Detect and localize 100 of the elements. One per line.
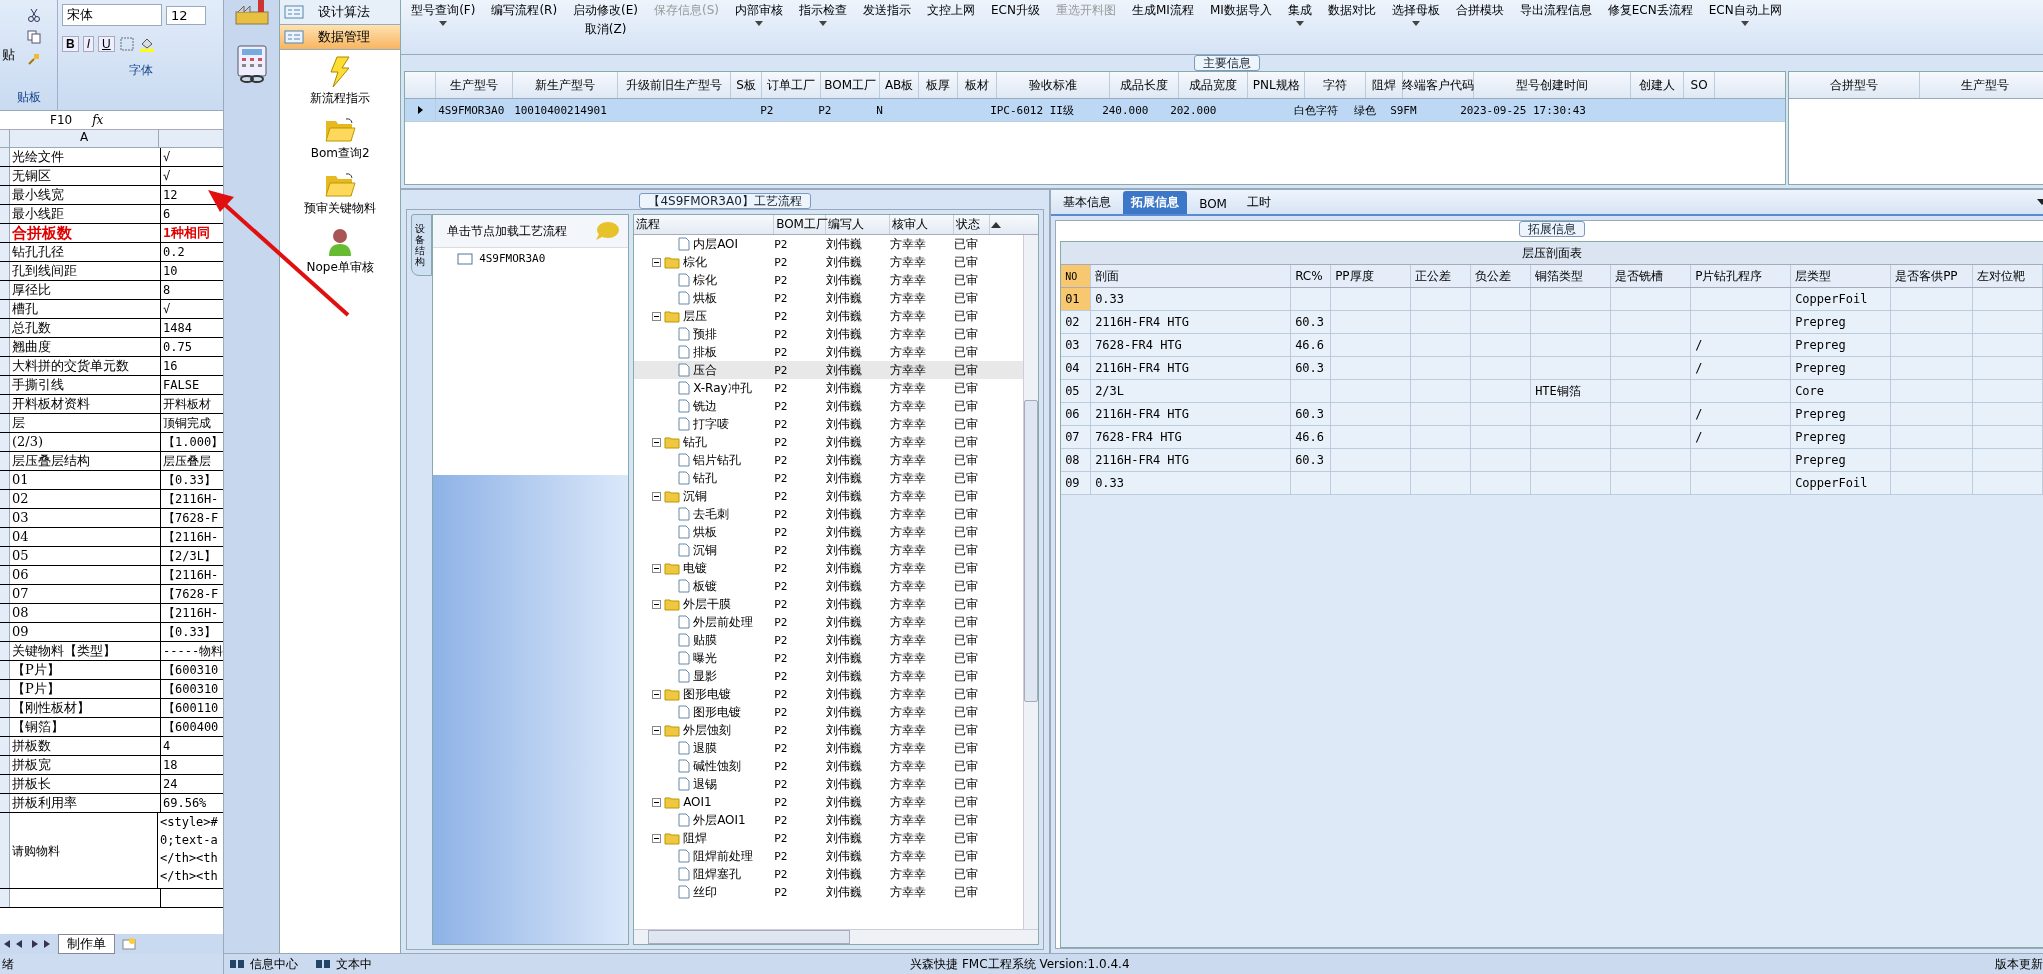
row-header[interactable]: [0, 224, 10, 242]
tool-label[interactable]: Nope单审核: [306, 259, 374, 276]
row-header[interactable]: [0, 300, 10, 318]
tab[interactable]: 基本信息: [1055, 191, 1120, 214]
copy-icon[interactable]: [27, 30, 41, 44]
column-header[interactable]: BOM工厂: [821, 72, 881, 98]
status-text[interactable]: 文本中: [336, 955, 373, 973]
row-number[interactable]: 05: [1061, 380, 1092, 402]
tree-node[interactable]: 4S9FMOR3A0: [479, 252, 546, 265]
column-header[interactable]: 正公差: [1411, 265, 1472, 287]
column-header[interactable]: 合拼型号: [1789, 72, 1921, 98]
column-header[interactable]: 编写人: [826, 215, 891, 234]
tree-row[interactable]: 退锡 P2 刘伟巍 方幸幸 已审: [634, 775, 1024, 793]
column-header[interactable]: RC%: [1291, 265, 1332, 287]
tab[interactable]: 工时: [1238, 191, 1279, 214]
row-header[interactable]: [0, 376, 10, 394]
tree-row[interactable]: 压合 P2 刘伟巍 方幸幸 已审: [634, 361, 1024, 379]
row-number[interactable]: 01: [1061, 288, 1092, 310]
nav-item[interactable]: 设计算法: [280, 0, 401, 25]
column-header[interactable]: 订单工厂: [762, 72, 822, 98]
status-text[interactable]: 信息中心: [250, 955, 299, 973]
row-header[interactable]: [0, 661, 10, 679]
sheet-tab[interactable]: 制作单: [58, 934, 115, 954]
column-header[interactable]: 字符: [1305, 72, 1367, 98]
tab[interactable]: BOM: [1191, 194, 1235, 214]
caret-icon[interactable]: [1295, 21, 1304, 26]
row-header[interactable]: [0, 243, 10, 261]
column-header[interactable]: 生产型号: [1920, 72, 2043, 98]
column-header[interactable]: PP厚度: [1331, 265, 1412, 287]
row-header[interactable]: [0, 148, 10, 166]
column-header[interactable]: 验收标准: [997, 72, 1111, 98]
tree-row[interactable]: 内层AOI P2 刘伟巍 方幸幸 已审: [634, 235, 1024, 253]
tab[interactable]: 拓展信息: [1123, 191, 1188, 214]
folder-icon[interactable]: [324, 172, 357, 198]
collapse-icon[interactable]: [652, 833, 662, 843]
column-header[interactable]: PNL规格: [1248, 72, 1306, 98]
toolbar-button[interactable]: 集成: [1287, 2, 1312, 19]
tree-row[interactable]: 外层前处理 P2 刘伟巍 方幸幸 已审: [634, 613, 1024, 631]
tree-row[interactable]: 图形电镀 P2 刘伟巍 方幸幸 已审: [634, 703, 1024, 721]
status-text[interactable]: 版本更新: [1995, 955, 2043, 973]
row-header[interactable]: [0, 623, 10, 641]
paste-button[interactable]: 贴: [2, 46, 15, 66]
row-header[interactable]: [0, 452, 10, 470]
scrollbar[interactable]: [1023, 235, 1039, 929]
tree-row[interactable]: 贴膜 P2 刘伟巍 方幸幸 已审: [634, 631, 1024, 649]
column-header[interactable]: 左对位靶: [1973, 265, 2043, 287]
toolbar-button[interactable]: 型号查询(F): [411, 2, 476, 19]
toolbar-button[interactable]: 修复ECN丢流程: [1607, 2, 1693, 19]
row-header[interactable]: [0, 338, 10, 356]
factory-icon[interactable]: [233, 0, 270, 26]
row-number[interactable]: 03: [1061, 334, 1092, 356]
caret-icon[interactable]: [819, 21, 828, 26]
vertical-tab[interactable]: 设备结构: [411, 214, 433, 276]
caret-icon[interactable]: [1411, 21, 1420, 26]
row-number[interactable]: 04: [1061, 357, 1092, 379]
row-header[interactable]: [0, 794, 10, 812]
tree-row[interactable]: 阻焊 P2 刘伟巍 方幸幸 已审: [634, 829, 1024, 847]
toolbar-button[interactable]: 选择母板: [1391, 2, 1440, 19]
tree-row[interactable]: AOI1 P2 刘伟巍 方幸幸 已审: [634, 793, 1024, 811]
collapse-icon[interactable]: [652, 437, 662, 447]
brush-icon[interactable]: [27, 52, 41, 66]
tree-row[interactable]: 钻孔 P2 刘伟巍 方幸幸 已审: [634, 433, 1024, 451]
row-header[interactable]: [0, 699, 10, 717]
toolbar-button[interactable]: ECN升级: [991, 2, 1040, 19]
tree-row[interactable]: 碱性蚀刻 P2 刘伟巍 方幸幸 已审: [634, 757, 1024, 775]
row-header[interactable]: [0, 566, 10, 584]
row-header[interactable]: [0, 775, 10, 793]
column-header[interactable]: 状态: [954, 215, 991, 234]
row-header[interactable]: [0, 889, 10, 907]
scrollbar[interactable]: [634, 929, 1039, 944]
row-header[interactable]: [0, 718, 10, 736]
column-header[interactable]: 创建人: [1631, 72, 1685, 98]
sheet-nav-icon[interactable]: [2, 938, 52, 950]
caret-icon[interactable]: [439, 21, 448, 26]
column-header[interactable]: S板: [731, 72, 763, 98]
toolbar-button[interactable]: ECN自动上网: [1708, 2, 1782, 19]
row-header[interactable]: [0, 433, 10, 451]
folder-icon[interactable]: [324, 117, 357, 143]
column-header[interactable]: 层类型: [1791, 265, 1892, 287]
tree-row[interactable]: 曝光 P2 刘伟巍 方幸幸 已审: [634, 649, 1024, 667]
format-button[interactable]: U: [98, 36, 115, 52]
caret-icon[interactable]: [1741, 21, 1750, 26]
function-button[interactable]: fx: [92, 113, 104, 127]
column-header[interactable]: 新生产型号: [513, 72, 619, 98]
column-header[interactable]: 板材: [958, 72, 998, 98]
tree-row[interactable]: 阻焊前处理 P2 刘伟巍 方幸幸 已审: [634, 847, 1024, 865]
collapse-icon[interactable]: [652, 797, 662, 807]
row-header[interactable]: [0, 509, 10, 527]
row-header[interactable]: [0, 167, 10, 185]
tree-row[interactable]: 棕化 P2 刘伟巍 方幸幸 已审: [634, 271, 1024, 289]
tree-row[interactable]: 钻孔 P2 刘伟巍 方幸幸 已审: [634, 469, 1024, 487]
row-number[interactable]: 02: [1061, 311, 1092, 333]
collapse-icon[interactable]: [652, 257, 662, 267]
tool-label[interactable]: 预审关键物料: [304, 200, 377, 217]
toolbar-button[interactable]: 内部审核: [735, 2, 784, 19]
column-header[interactable]: 成品长度: [1110, 72, 1180, 98]
font-size-dropdown[interactable]: 12: [166, 5, 206, 25]
toolbar-button[interactable]: 编写流程(R): [491, 2, 558, 19]
tree-row[interactable]: 打字唛 P2 刘伟巍 方幸幸 已审: [634, 415, 1024, 433]
column-header[interactable]: NO: [1061, 265, 1092, 287]
